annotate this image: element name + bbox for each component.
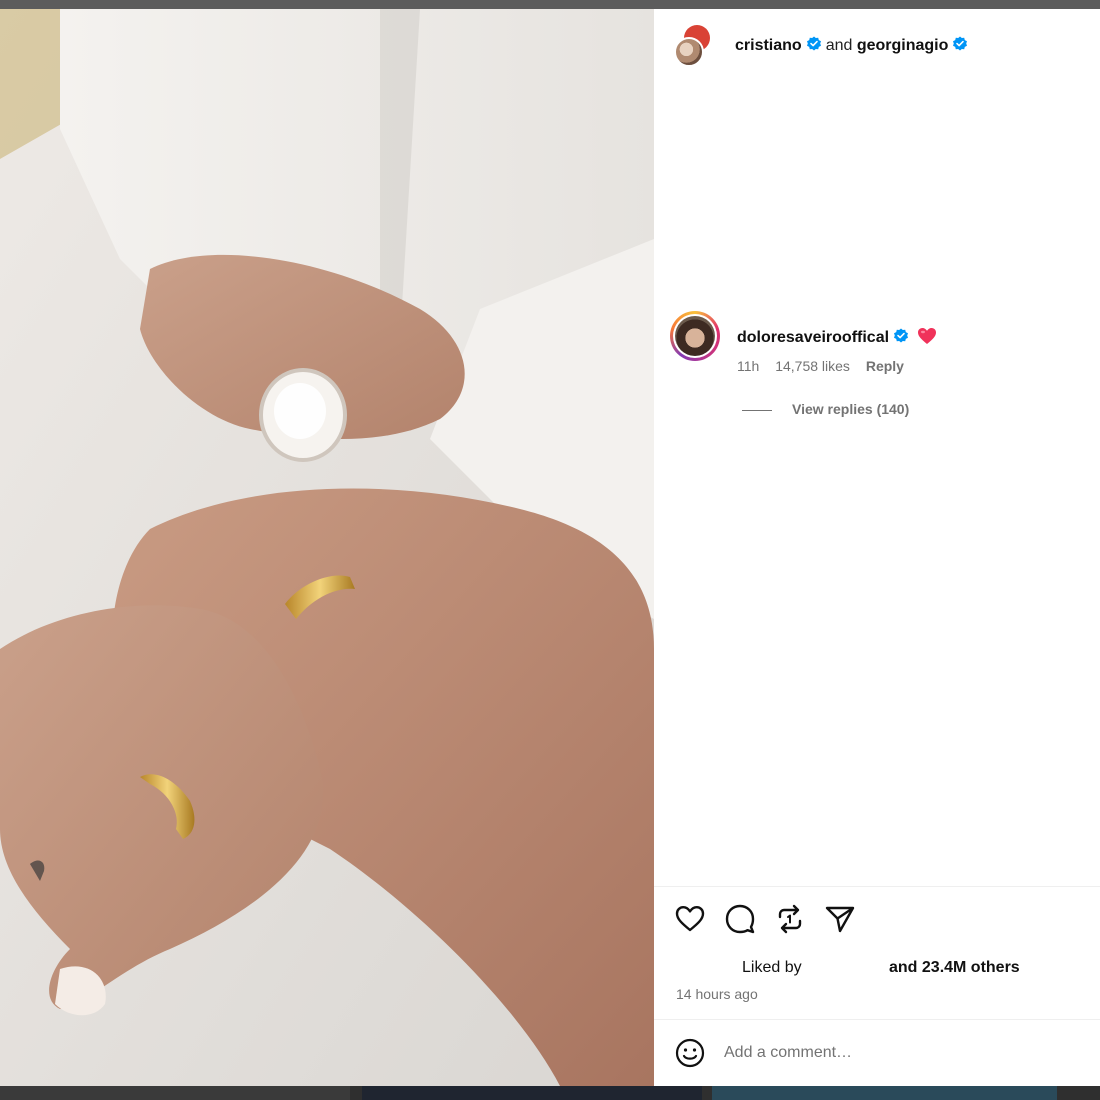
comment-username[interactable]: doloresaveirooffical bbox=[737, 329, 889, 346]
verified-badge-icon bbox=[953, 36, 968, 51]
post-timestamp[interactable]: 14 hours ago bbox=[676, 986, 758, 1002]
replies-divider bbox=[742, 409, 772, 411]
author-username-1[interactable]: cristiano bbox=[735, 37, 802, 54]
like-icon[interactable] bbox=[674, 903, 706, 935]
background-thumbnail bbox=[0, 1086, 350, 1100]
share-icon[interactable] bbox=[824, 903, 856, 935]
liked-by-prefix: Liked by bbox=[742, 959, 802, 976]
verified-badge-icon bbox=[806, 36, 821, 51]
view-replies-button[interactable]: View replies (140) bbox=[742, 401, 909, 417]
post-header: cristiano and georginagio bbox=[654, 9, 1100, 83]
window-top-bar bbox=[0, 0, 1100, 9]
author-connector: and bbox=[825, 37, 853, 54]
comment-age: 11h bbox=[737, 358, 760, 374]
add-comment-bar bbox=[674, 1037, 1084, 1071]
heart-emoji-icon bbox=[918, 328, 937, 344]
post-image bbox=[0, 9, 654, 1086]
background-thumbnail bbox=[712, 1086, 1057, 1100]
comment-input[interactable] bbox=[724, 1041, 1064, 1065]
comment-icon[interactable] bbox=[724, 903, 756, 935]
comment-divider bbox=[654, 1019, 1100, 1020]
avatar bbox=[674, 37, 704, 67]
emoji-icon[interactable] bbox=[674, 1037, 706, 1069]
post-side-panel: cristiano and georginagio doloresaveiroof… bbox=[654, 9, 1100, 1086]
liked-by-others[interactable]: and 23.4M others bbox=[889, 959, 1020, 977]
author-avatars[interactable] bbox=[674, 25, 718, 69]
liked-by: Liked by bbox=[742, 959, 802, 977]
repost-icon[interactable] bbox=[774, 903, 806, 935]
view-replies-label: View replies (140) bbox=[792, 401, 910, 417]
avatar-border bbox=[673, 314, 717, 358]
avatar bbox=[675, 316, 715, 356]
comment-username-row: doloresaveirooffical bbox=[737, 327, 937, 347]
comment: doloresaveirooffical 11h 14,758 likes Re… bbox=[654, 307, 1100, 427]
post-dialog: cristiano and georginagio doloresaveiroof… bbox=[0, 9, 1100, 1086]
comment-meta: 11h 14,758 likes Reply bbox=[737, 358, 916, 374]
background-thumbnail bbox=[362, 1086, 702, 1100]
actions-divider bbox=[654, 886, 1100, 887]
comment-likes[interactable]: 14,758 likes bbox=[775, 358, 850, 374]
post-authors: cristiano and georginagio bbox=[735, 36, 972, 55]
author-username-2[interactable]: georginagio bbox=[857, 37, 949, 54]
comment-avatar[interactable] bbox=[670, 311, 720, 361]
verified-badge-icon bbox=[894, 328, 909, 343]
post-photo bbox=[0, 9, 654, 1086]
reply-button[interactable]: Reply bbox=[866, 358, 904, 374]
